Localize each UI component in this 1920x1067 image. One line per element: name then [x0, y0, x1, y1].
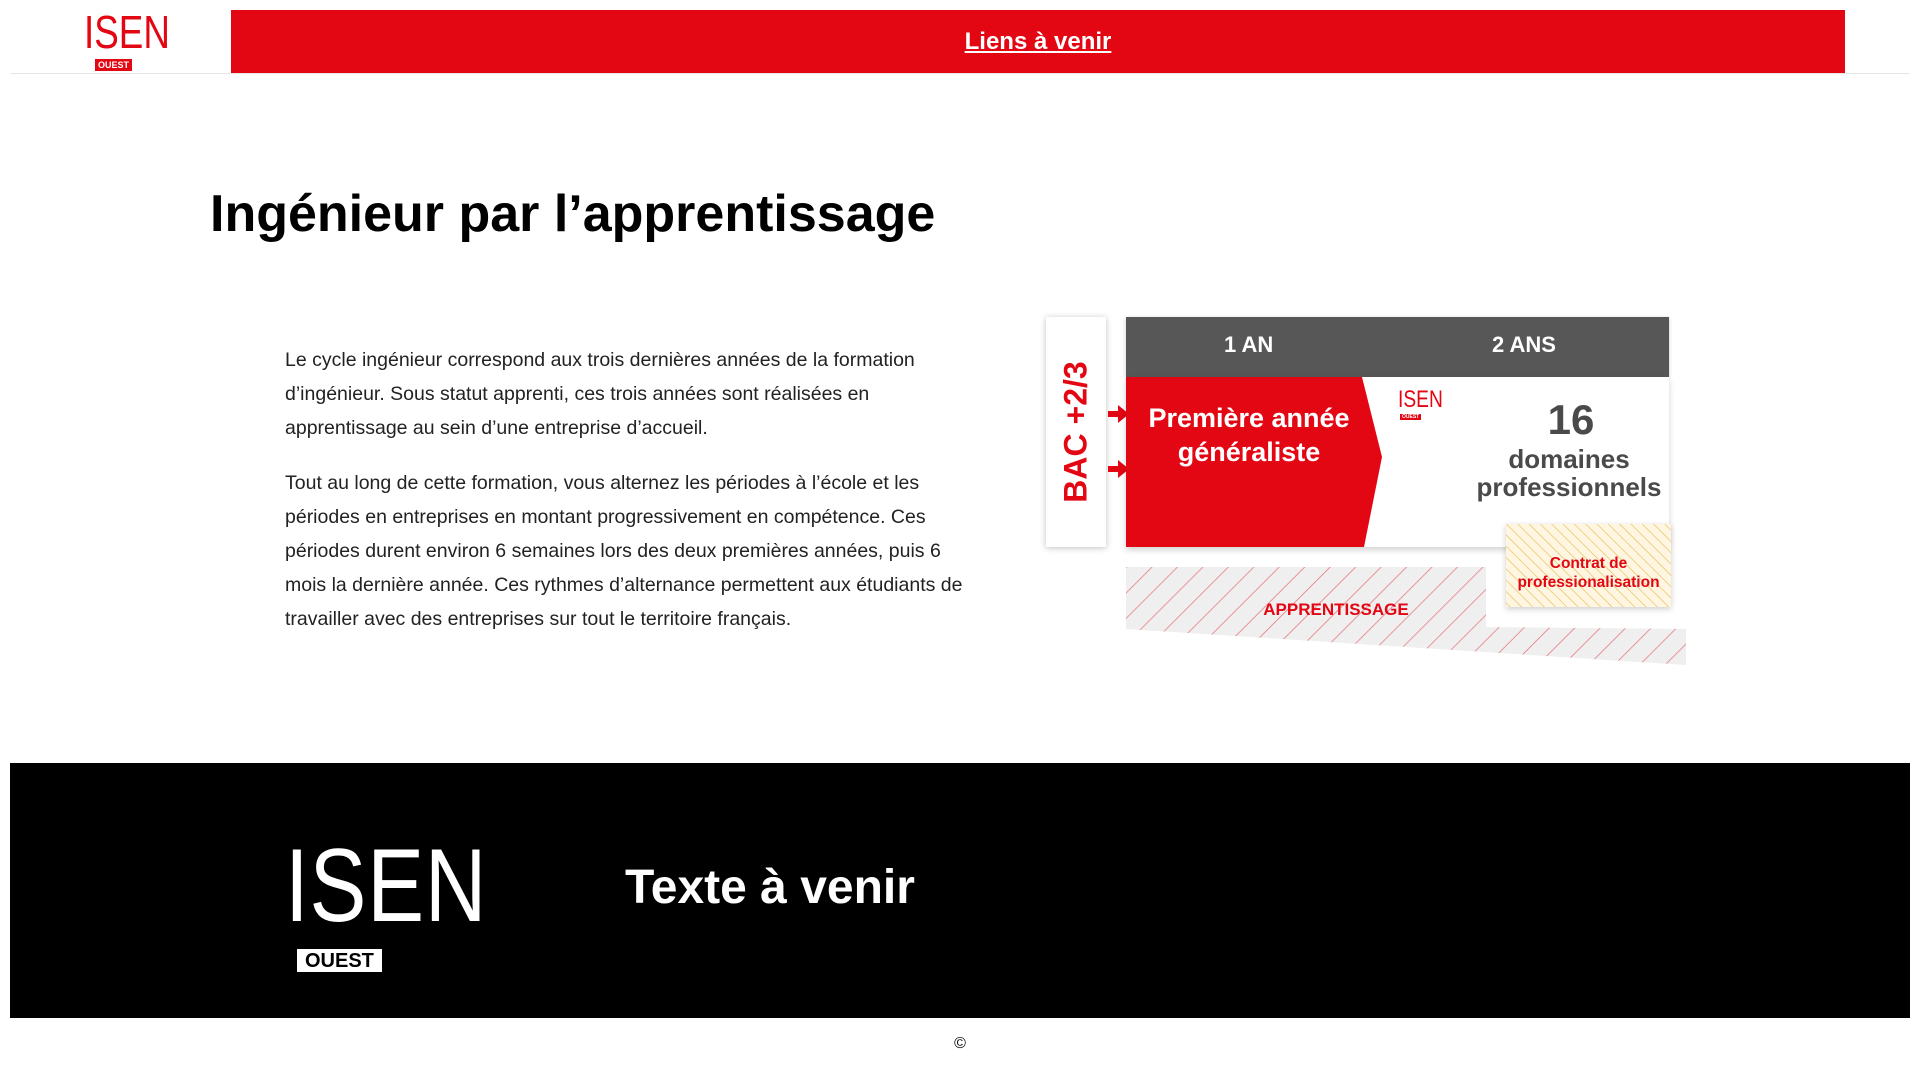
site-footer: ISEN OUEST Texte à venir [10, 763, 1910, 1018]
years-bar: 1 AN 2 ANS [1126, 317, 1669, 377]
curriculum-diagram: BAC +2/3 1 AN 2 ANS Première année génér… [1046, 315, 1686, 675]
logo-wordmark: ISEN [84, 6, 170, 58]
footer-logo-subtext: OUEST [297, 949, 382, 972]
mini-logo-subtext: OUEST [1400, 414, 1422, 420]
domains-text: domaines professionnels [1476, 444, 1662, 502]
mini-logo-wordmark: ISEN [1398, 386, 1443, 413]
year-2-label: 2 ANS [1492, 332, 1556, 357]
site-header: ISEN OUEST Liens à venir [10, 0, 1910, 74]
header-banner: Liens à venir [231, 10, 1845, 73]
apprentissage-label: APPRENTISSAGE [1263, 600, 1409, 619]
footer-logo-wordmark: ISEN [285, 828, 488, 944]
copyright: © [954, 1035, 966, 1052]
paragraph: Tout au long de cette formation, vous al… [285, 472, 963, 630]
page-title: Ingénieur par l’apprentissage [210, 185, 936, 243]
bac-entry-card: BAC +2/3 [1046, 317, 1106, 547]
footer-text: Texte à venir [625, 861, 915, 914]
logo-subtext: OUEST [95, 59, 133, 71]
isen-mini-logo: ISEN OUEST [1398, 386, 1458, 420]
bac-label: BAC +2/3 [1057, 361, 1094, 503]
isen-logo[interactable]: ISEN OUEST [84, 6, 184, 72]
intro-text: Le cycle ingénieur correspond aux trois … [285, 343, 975, 657]
footer-logo[interactable]: ISEN OUEST [285, 828, 505, 972]
first-year-text: Première année généraliste [1148, 403, 1350, 467]
links-placeholder-link[interactable]: Liens à venir [965, 28, 1112, 56]
year-1-label: 1 AN [1224, 332, 1274, 357]
domains-count: 16 [1547, 396, 1595, 443]
contrat-card: Contrat de professionalisation [1506, 524, 1671, 607]
paragraph: Le cycle ingénieur correspond aux trois … [285, 349, 915, 439]
contrat-text: Contrat de professionalisation [1517, 555, 1660, 591]
